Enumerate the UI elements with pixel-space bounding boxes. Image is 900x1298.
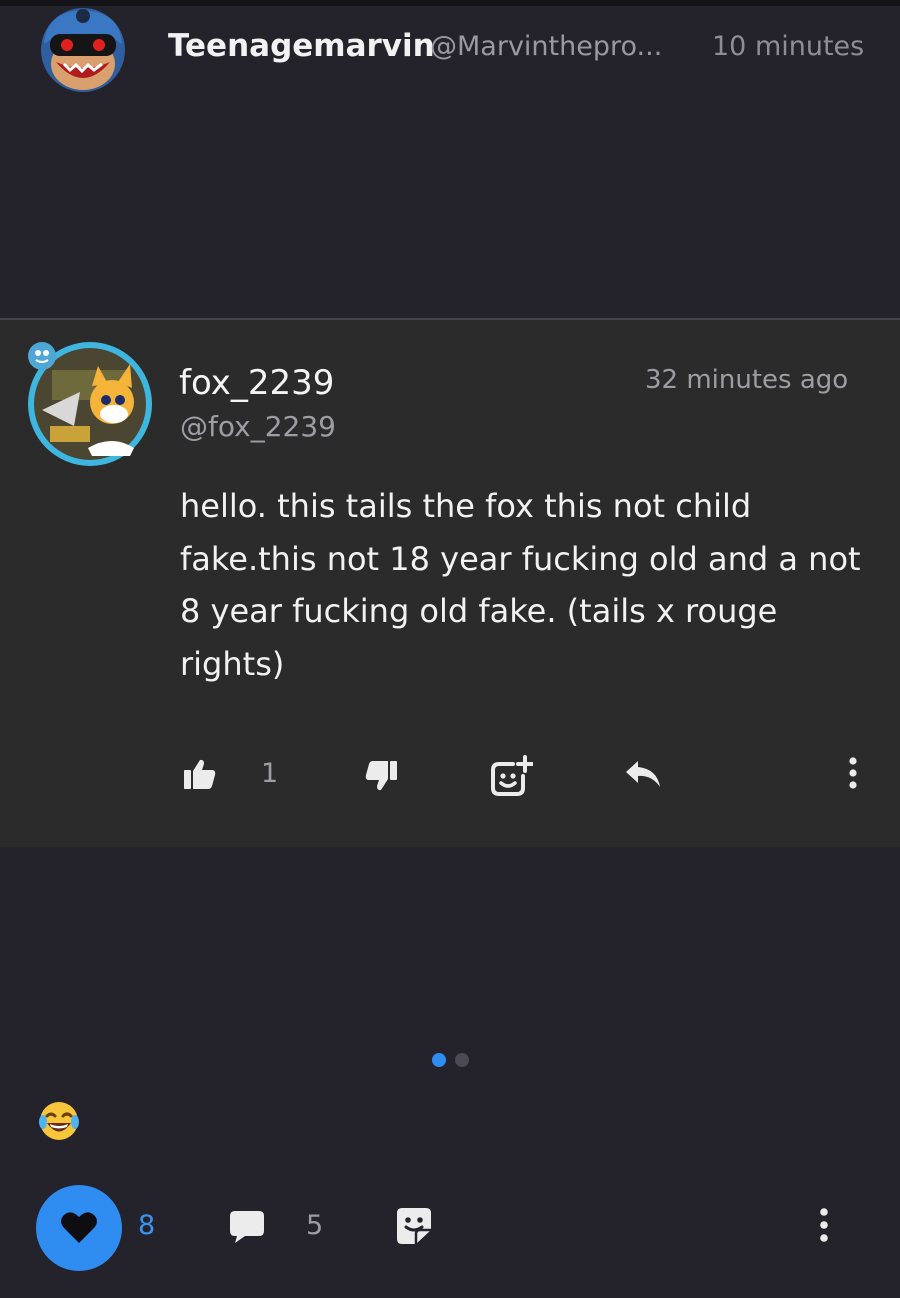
comment-like-button[interactable] — [183, 758, 217, 790]
thumbs-down-icon — [365, 761, 397, 791]
comment-bubble-icon — [230, 1211, 264, 1243]
comment-add-sticker-button[interactable] — [489, 754, 533, 798]
add-sticker-icon — [491, 755, 533, 796]
tears-of-joy-emoji-icon[interactable] — [38, 1100, 80, 1142]
comments-button[interactable] — [229, 1209, 265, 1245]
post-more-button[interactable] — [817, 1207, 831, 1243]
reply-icon — [626, 761, 660, 787]
top-post-author-name[interactable]: Teenagemarvin — [168, 28, 435, 64]
more-vertical-icon — [849, 757, 857, 789]
post-like-count[interactable]: 8 — [138, 1210, 155, 1241]
avatar-fox-2239[interactable] — [22, 330, 156, 466]
comment-author-handle[interactable]: @fox_2239 — [180, 410, 336, 443]
avatar-teenagemarvin[interactable] — [36, 4, 130, 92]
post-comment-count[interactable]: 5 — [306, 1210, 323, 1241]
heart-icon — [61, 1212, 97, 1243]
comment-like-count: 1 — [261, 758, 279, 789]
top-post-time: 10 minutes — [712, 31, 865, 62]
comment-body-text: hello. this tails the fox this not child… — [180, 487, 861, 683]
thumbs-up-icon — [184, 759, 216, 789]
comment-reply-button[interactable] — [624, 758, 662, 790]
embedded-comment-card: fox_2239 @fox_2239 32 minutes ago hello.… — [0, 318, 900, 847]
top-edge-bar — [0, 0, 900, 6]
top-post-author-handle[interactable]: @Marvinthepro... — [430, 31, 662, 62]
page-indicator-dot[interactable] — [455, 1053, 469, 1067]
share-sticker-button[interactable] — [396, 1206, 432, 1246]
comment-more-button[interactable] — [846, 756, 860, 790]
sticker-share-icon — [397, 1208, 431, 1244]
like-post-button[interactable] — [36, 1185, 122, 1271]
comment-time: 32 minutes ago — [645, 365, 849, 395]
page-indicator-dot-active[interactable] — [432, 1053, 446, 1067]
comment-author-name[interactable]: fox_2239 — [179, 363, 334, 403]
more-vertical-icon — [820, 1208, 828, 1242]
comment-dislike-button[interactable] — [364, 760, 398, 792]
